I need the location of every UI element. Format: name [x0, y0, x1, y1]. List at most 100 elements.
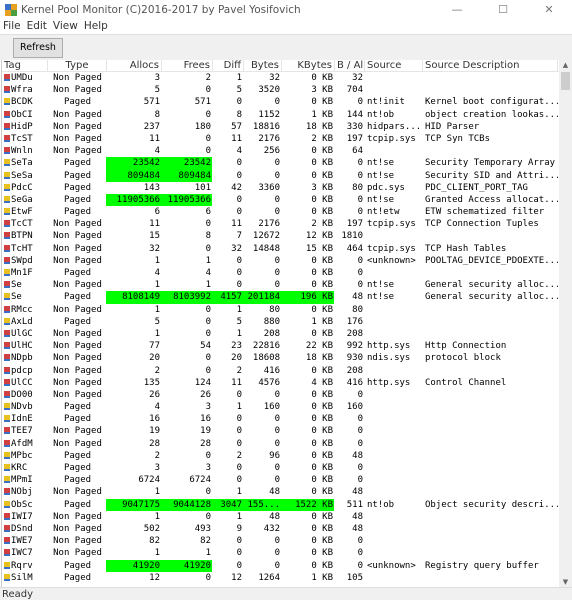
- column-header-type[interactable]: Type: [48, 60, 107, 71]
- allocs-cell: 4: [154, 146, 160, 157]
- nonpaged-pool-icon: [4, 281, 10, 289]
- table-row[interactable]: MPmI Paged 6724 6724 0 0 0 KB 0: [2, 474, 559, 486]
- allocs-cell: 5: [154, 85, 160, 96]
- source-cell: nt!etw: [367, 207, 400, 218]
- paged-pool-icon: [4, 159, 10, 167]
- table-row[interactable]: HidP Non Paged 237 180 57 18816 18 KB 330 hidpar…: [2, 121, 559, 133]
- table-row[interactable]: SWpd Non Paged 1 1 0 0 0 KB 0 <unknown> POOLTAG_D…: [2, 255, 559, 267]
- diff-cell: 42: [231, 182, 242, 193]
- table-row[interactable]: ObSc Paged 9047175 9044128 3047 155... 1522 KB…: [2, 498, 559, 511]
- kbytes-cell: 196 KB: [300, 292, 333, 303]
- tag-text: BTPN: [11, 231, 33, 242]
- column-header-kbytes[interactable]: KBytes: [282, 60, 335, 71]
- minimize-button[interactable]: —: [434, 0, 480, 20]
- scroll-up-icon[interactable]: ▲: [559, 61, 572, 69]
- column-header-b-al[interactable]: B / Al...: [335, 60, 365, 71]
- tag-text: RMcc: [11, 304, 33, 315]
- table-row[interactable]: BTPN Non Paged 15 8 7 12672 12 KB 1810: [2, 230, 559, 242]
- table-row[interactable]: NDpb Non Paged 20 0 20 18608 18 KB 930 ndis.sys p…: [2, 352, 559, 364]
- table-row[interactable]: SilM Paged 12 0 12 1264 1 KB 105: [2, 572, 559, 584]
- table-row[interactable]: UlHC Non Paged 77 54 23 22816 22 KB 992 http.sys…: [2, 340, 559, 352]
- column-header-tag[interactable]: Tag: [2, 60, 48, 71]
- table-row[interactable]: UlCC Non Paged 135 124 11 4576 4 KB 416 http.sys…: [2, 377, 559, 389]
- table-row[interactable]: IdnE Paged 16 16 0 0 0 KB 0: [2, 413, 559, 425]
- bytes-per-alloc-cell: 511: [346, 499, 363, 510]
- table-row[interactable]: AxLd Paged 5 0 5 880 1 KB 176: [2, 316, 559, 328]
- menu-view[interactable]: View: [50, 20, 81, 34]
- kbytes-cell: 22 KB: [305, 341, 333, 352]
- table-row[interactable]: TcCT Non Paged 11 0 11 2176 2 KB 197 tcpip.sys TC…: [2, 218, 559, 230]
- column-header-source-description[interactable]: Source Description: [423, 60, 558, 71]
- tag-cell: TcCT: [2, 218, 48, 230]
- tag-cell: AfdM: [2, 438, 48, 450]
- frees-cell: 26: [200, 389, 211, 400]
- kbytes-cell: 2 KB: [311, 219, 333, 230]
- table-row[interactable]: TEE7 Non Paged 19 19 0 0 0 KB 0: [2, 425, 559, 437]
- table-row[interactable]: BCDK Paged 571 571 0 0 0 KB 0 nt!init Kernel boot…: [2, 96, 559, 108]
- table-row[interactable]: Rqrv Paged 41920 41920 0 0 0 KB 0 <unknown> Regis…: [2, 559, 559, 572]
- table-row[interactable]: SeGa Paged 11905366 11905366 0 0 0 KB 0 nt!se Gra…: [2, 193, 559, 207]
- table-row[interactable]: TcST Non Paged 11 0 11 2176 2 KB 197 tcpip.sys TC…: [2, 133, 559, 145]
- column-header-frees[interactable]: Frees: [162, 60, 213, 71]
- type-cell: Non Paged: [53, 85, 102, 96]
- vertical-scrollbar[interactable]: ▲ ▼: [559, 60, 572, 587]
- column-header-bytes[interactable]: Bytes: [244, 60, 282, 71]
- maximize-button[interactable]: ☐: [480, 0, 526, 20]
- table-row[interactable]: IWE7 Non Paged 82 82 0 0 0 KB 0: [2, 535, 559, 547]
- source-cell: [365, 511, 423, 523]
- scroll-down-icon[interactable]: ▼: [559, 578, 572, 586]
- table-row[interactable]: pdcp Non Paged 2 0 2 416 0 KB 208: [2, 365, 559, 377]
- refresh-button[interactable]: Refresh: [13, 38, 63, 58]
- table-row[interactable]: Mn1F Paged 4 4 0 0 0 KB 0: [2, 267, 559, 279]
- table-row[interactable]: PdcC Paged 143 101 42 3360 3 KB 80 pdc.sys PDC_CL…: [2, 182, 559, 194]
- bytes-per-alloc-cell: 0: [357, 414, 363, 425]
- table-row[interactable]: RMcc Non Paged 1 0 1 80 0 KB 80: [2, 304, 559, 316]
- table-row[interactable]: DO00 Non Paged 26 26 0 0 0 KB 0: [2, 389, 559, 401]
- paged-pool-icon: [4, 415, 10, 423]
- table-row[interactable]: NObj Non Paged 1 0 1 48 0 KB 48: [2, 486, 559, 498]
- table-row[interactable]: Se Non Paged 1 1 0 0 0 KB 0 nt!se General securit…: [2, 279, 559, 291]
- allocs-cell: 6: [154, 207, 160, 218]
- table-row[interactable]: Wfra Non Paged 5 0 5 3520 3 KB 704: [2, 84, 559, 96]
- table-row[interactable]: NDvb Paged 4 3 1 160 0 KB 160: [2, 401, 559, 413]
- table-row[interactable]: IWC7 Non Paged 1 1 0 0 0 KB 0: [2, 547, 559, 559]
- table-row[interactable]: AfdM Non Paged 28 28 0 0 0 KB 0: [2, 438, 559, 450]
- kbytes-cell: 0 KB: [311, 255, 333, 266]
- table-row[interactable]: SeSa Paged 809484 809484 0 0 0 KB 0 nt!se Securit…: [2, 169, 559, 182]
- close-button[interactable]: ✕: [526, 0, 572, 20]
- source-description-cell: [423, 523, 558, 535]
- column-header-allocs[interactable]: Allocs: [107, 60, 162, 71]
- menu-edit[interactable]: Edit: [24, 20, 50, 34]
- table-row[interactable]: KRC Paged 3 3 0 0 0 KB 0: [2, 462, 559, 474]
- toolbar: Refresh: [0, 34, 572, 60]
- source-description-cell: [423, 425, 558, 437]
- tag-text: UlCC: [11, 377, 33, 388]
- source-description-cell: [423, 438, 558, 450]
- source-cell: [365, 413, 423, 425]
- table-row[interactable]: IWI7 Non Paged 1 0 1 48 0 KB 48: [2, 511, 559, 523]
- column-header-source[interactable]: Source: [365, 60, 423, 71]
- table-row[interactable]: MPbc Paged 2 0 2 96 0 KB 48: [2, 450, 559, 462]
- table-row[interactable]: TcHT Non Paged 32 0 32 14848 15 KB 464 tcpip.sys…: [2, 243, 559, 255]
- table-row[interactable]: ObCI Non Paged 8 0 8 1152 1 KB 144 nt!ob object c…: [2, 109, 559, 121]
- menu-help[interactable]: Help: [81, 20, 111, 34]
- type-cell: Non Paged: [53, 426, 102, 437]
- kbytes-cell: 0 KB: [311, 487, 333, 498]
- table-row[interactable]: SeTa Paged 23542 23542 0 0 0 KB 0 nt!se Security …: [2, 157, 559, 170]
- table-row[interactable]: UlGC Non Paged 1 0 1 208 0 KB 208: [2, 328, 559, 340]
- menu-file[interactable]: File: [0, 20, 24, 34]
- allocs-cell: 12: [149, 572, 160, 583]
- tag-text: UMDu: [11, 73, 33, 83]
- table-row[interactable]: Wnln Non Paged 4 0 4 256 0 KB 64: [2, 145, 559, 157]
- scroll-thumb[interactable]: [561, 72, 570, 90]
- tag-text: ObSc: [11, 499, 33, 510]
- table-row[interactable]: DSnd Non Paged 502 493 9 432 0 KB 48: [2, 523, 559, 535]
- tag-text: ObCI: [11, 109, 33, 120]
- column-header-diff[interactable]: Diff: [213, 60, 244, 71]
- table-row[interactable]: EtwF Paged 6 6 0 0 0 KB 0 nt!etw ETW schematized …: [2, 206, 559, 218]
- table-row[interactable]: Se Paged 8108149 8103992 4157 201184 196 KB 48 n…: [2, 291, 559, 304]
- kbytes-cell: 3 KB: [311, 85, 333, 96]
- kbytes-cell: 1522 KB: [295, 499, 333, 510]
- tag-cell: Rqrv: [2, 560, 48, 572]
- table-row[interactable]: UMDu Non Paged 3 2 1 32 0 KB 32: [2, 72, 559, 84]
